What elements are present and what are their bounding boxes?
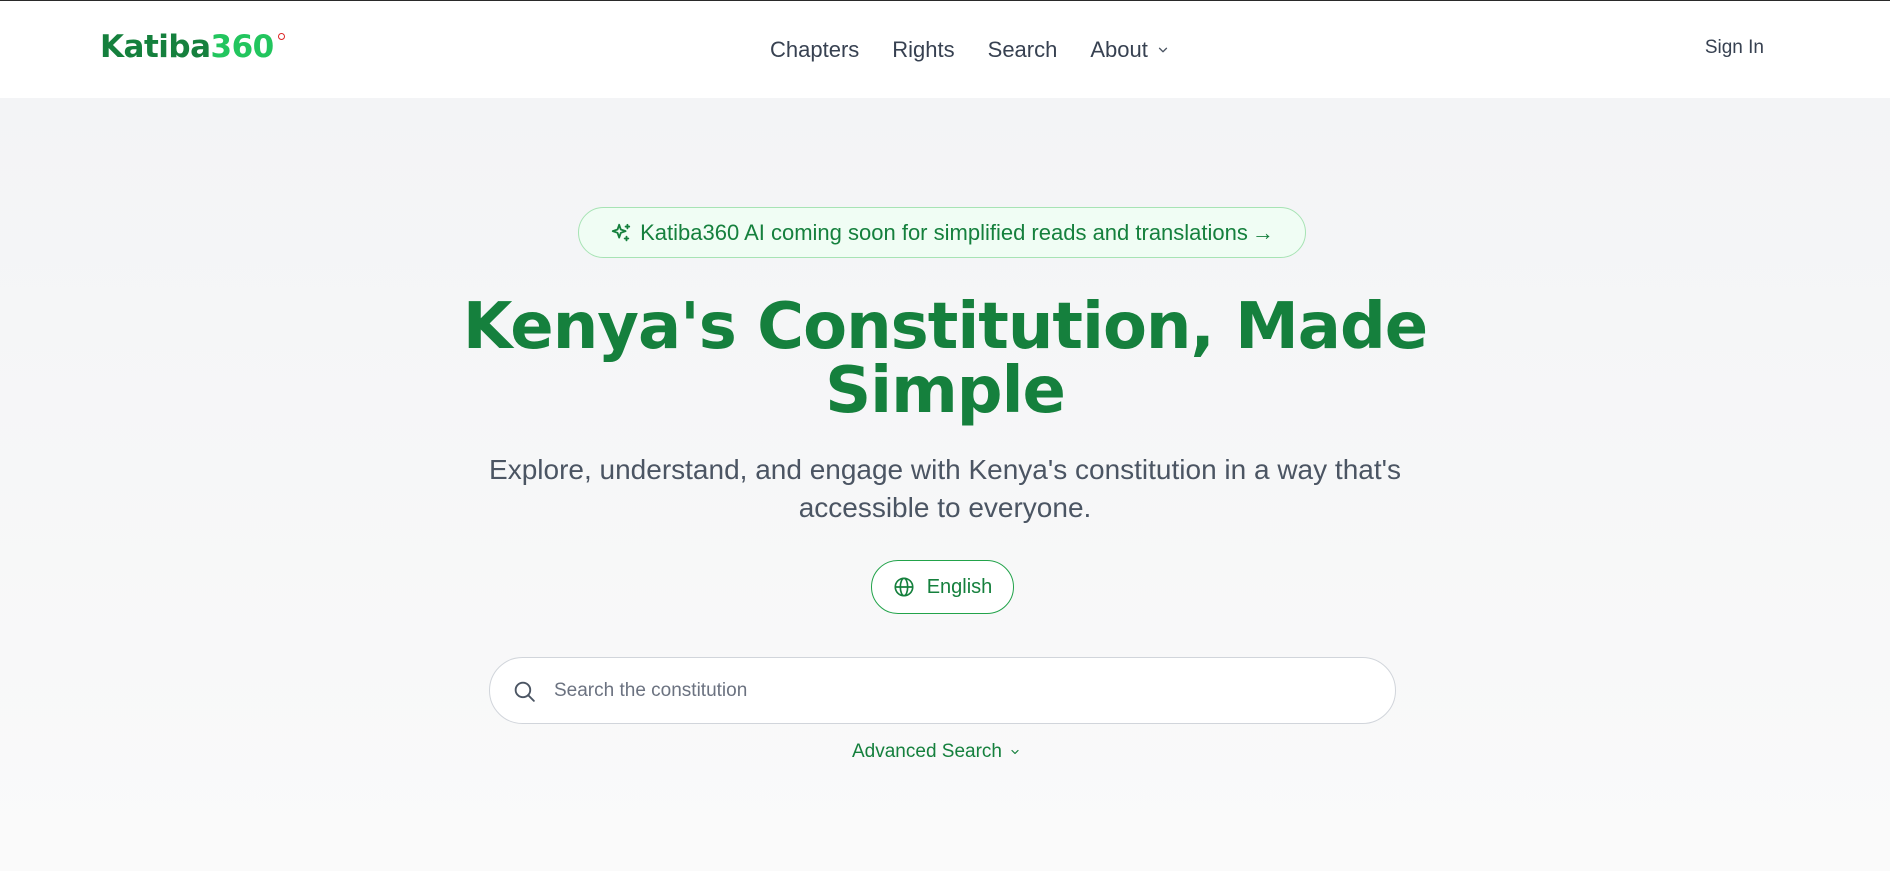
hero-title-line2: Simple <box>825 354 1066 428</box>
hero-subtitle-line2: accessible to everyone. <box>798 492 1092 523</box>
nav-chapters-label: Chapters <box>770 36 860 62</box>
hero-subtitle: Explore, understand, and engage with Ken… <box>445 451 1445 527</box>
sign-in-link[interactable]: Sign In <box>1705 37 1764 59</box>
hero-title: Kenya's Constitution, Made Simple <box>445 295 1445 423</box>
logo-dot-icon <box>277 33 285 40</box>
advanced-search-label: Advanced Search <box>852 741 1002 762</box>
nav-about-label: About <box>1090 36 1148 62</box>
hero-title-line1: Kenya's Constitution, Made <box>462 290 1428 364</box>
nav-about-dropdown[interactable]: About <box>1090 37 1170 63</box>
nav-chapters[interactable]: Chapters <box>770 37 859 63</box>
search-icon <box>514 681 535 702</box>
globe-icon <box>894 577 914 597</box>
logo-text-number: 360 <box>210 29 275 65</box>
advanced-search-toggle[interactable]: Advanced Search <box>852 740 1021 764</box>
nav-search-label: Search <box>987 36 1058 62</box>
nav-rights-label: Rights <box>892 36 955 62</box>
language-selector-button[interactable]: English <box>871 560 1014 614</box>
announcement-text: Katiba360 AI coming soon for simplified … <box>640 219 1248 245</box>
nav-rights[interactable]: Rights <box>892 37 954 63</box>
search-bar <box>489 657 1396 724</box>
hero-subtitle-line1: Explore, understand, and engage with Ken… <box>489 454 1401 485</box>
sparkles-icon <box>611 223 631 241</box>
search-input[interactable] <box>554 658 1374 723</box>
site-logo[interactable]: Katiba360 <box>100 29 285 65</box>
nav-search[interactable]: Search <box>988 37 1058 63</box>
chevron-down-icon <box>1158 47 1168 52</box>
logo-text-primary: Katiba <box>100 29 211 65</box>
chevron-down-icon <box>1011 749 1019 755</box>
language-label: English <box>926 575 993 598</box>
main-navigation: Chapters Rights Search About <box>770 1 1170 98</box>
site-header: Katiba360 Chapters Rights Search About S… <box>0 1 1890 98</box>
arrow-right-icon: → <box>1251 219 1274 245</box>
ai-announcement-banner[interactable]: Katiba360 AI coming soon for simplified … <box>578 207 1306 258</box>
hero-section: Katiba360 AI coming soon for simplified … <box>0 98 1890 871</box>
